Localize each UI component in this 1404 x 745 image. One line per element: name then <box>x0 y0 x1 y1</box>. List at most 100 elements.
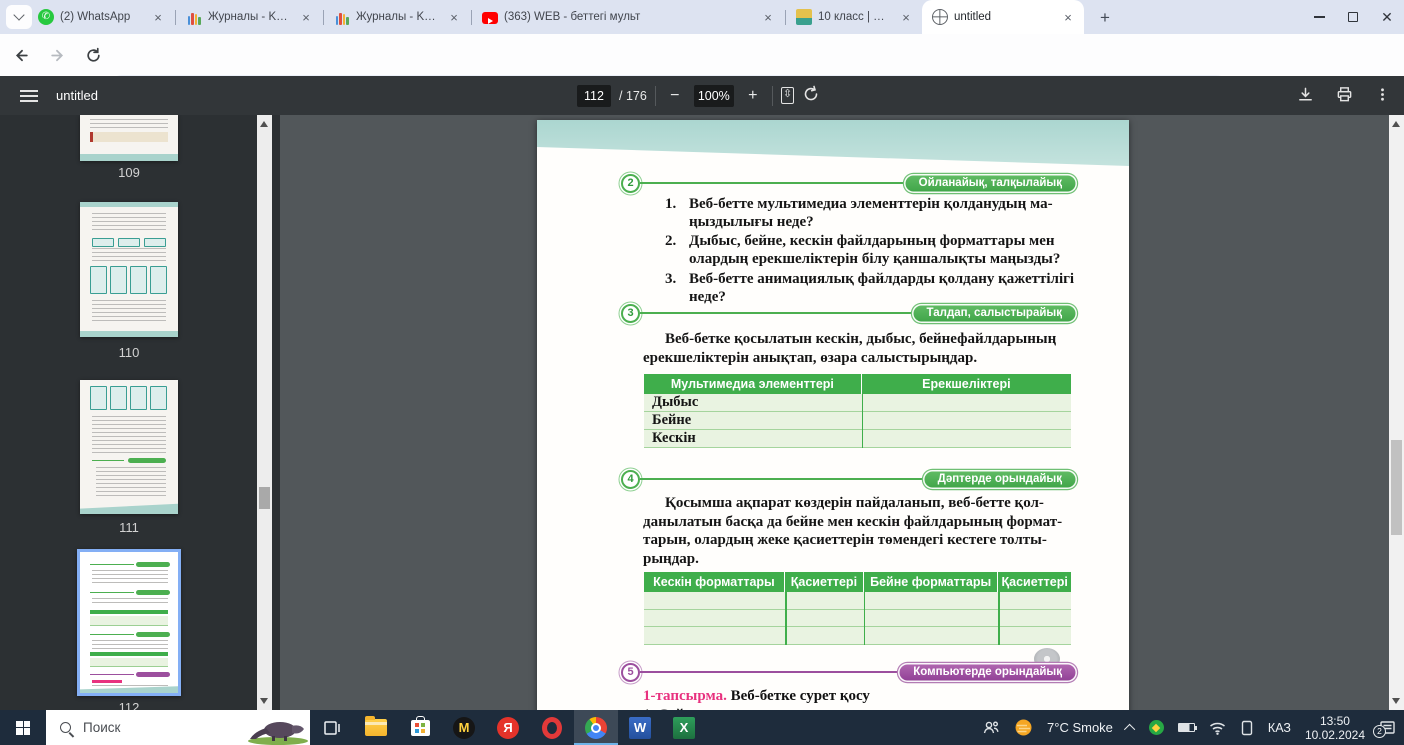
pdf-download-icon[interactable] <box>1297 86 1314 106</box>
notebook-task-paragraph: Қосымша ақпарат көздерін пайдаланып, веб… <box>643 494 1077 568</box>
zoom-in-button[interactable]: + <box>742 87 764 105</box>
yandex-browser-button[interactable]: Я <box>486 710 530 745</box>
tab-youtube[interactable]: (363) WEB - беттегі мульт × <box>472 0 784 34</box>
table-divider <box>862 394 864 448</box>
maxthon-browser-button[interactable]: M <box>442 710 486 745</box>
people-icon[interactable] <box>982 719 1000 737</box>
task1-heading: 1-тапсырма. Веб-бетке сурет қосу <box>643 688 1077 705</box>
pdf-print-icon[interactable] <box>1336 86 1353 106</box>
table-row: Бейне <box>644 412 1071 430</box>
start-button[interactable] <box>0 710 46 745</box>
scroll-down-icon[interactable] <box>260 698 268 704</box>
sidebar-scrollbar[interactable] <box>257 115 272 710</box>
forward-button[interactable] <box>42 40 72 70</box>
close-icon[interactable]: × <box>298 9 314 25</box>
task1-title: Веб-бетке сурет қосу <box>731 688 870 704</box>
close-icon[interactable]: × <box>898 9 914 25</box>
thumbnail-page-112-selected[interactable] <box>77 549 181 696</box>
table-header-cell: Бейне форматтары <box>864 572 999 592</box>
rotate-icon[interactable] <box>802 85 820 106</box>
zoom-level-input[interactable]: 100% <box>694 85 734 107</box>
table-header-cell: Қасиеттері <box>998 572 1071 592</box>
pdf-viewer-canvas[interactable]: 2 Ойланайық, талқылайық 1. Веб-бетте мул… <box>280 115 1389 710</box>
pdf-more-icon[interactable] <box>1375 87 1390 105</box>
phone-link-icon[interactable] <box>1240 720 1254 736</box>
antivirus-icon[interactable] <box>1149 720 1164 735</box>
tab-title: (2) WhatsApp <box>60 11 144 23</box>
browser-tab-bar: ✆ (2) WhatsApp × Журналы - Kundelik.kz ×… <box>0 0 1404 34</box>
weather-icon[interactable] <box>1014 718 1033 737</box>
activity-number: 4 <box>621 470 640 489</box>
activity-badge: Талдап, салыстырайық <box>912 304 1077 323</box>
battery-icon[interactable] <box>1178 723 1195 732</box>
language-indicator[interactable]: КАЗ <box>1268 721 1291 735</box>
thumbnail-page-111[interactable] <box>80 380 178 514</box>
close-window-button[interactable]: ✕ <box>1370 0 1404 34</box>
opera-browser-button[interactable] <box>530 710 574 745</box>
main-scroll-thumb[interactable] <box>1391 440 1402 535</box>
page-total-label: / 176 <box>619 89 647 103</box>
new-tab-button[interactable]: + <box>1094 7 1116 29</box>
word-button[interactable]: W <box>618 710 662 745</box>
multimedia-table: Мультимедиа элементтері Ерекшеліктері Ды… <box>644 374 1071 448</box>
search-highlight-anteater-image <box>244 712 310 745</box>
file-explorer-button[interactable] <box>354 710 398 745</box>
chrome-browser-button-active[interactable] <box>574 710 618 745</box>
pdf-thumbnail-sidebar: 109 110 <box>0 115 280 710</box>
task1-label: 1-тапсырма. <box>643 688 727 704</box>
tab-title: Журналы - Kundelik.kz <box>208 11 292 23</box>
tab-kundelik-1[interactable]: Журналы - Kundelik.kz × <box>176 0 322 34</box>
tab-untitled-active[interactable]: untitled × <box>922 0 1084 34</box>
close-icon[interactable]: × <box>760 9 776 25</box>
reload-button[interactable] <box>78 40 108 70</box>
tray-chevron-icon[interactable] <box>1127 724 1135 732</box>
question-item: 1. Веб-бетте мультимедиа элементтерін қо… <box>665 195 1077 231</box>
system-tray: 7°C Smoke КАЗ 13:50 10.02.2024 2 <box>982 710 1404 745</box>
sidebar-scroll-thumb[interactable] <box>259 487 270 509</box>
thumbnail-page-109[interactable] <box>80 115 178 161</box>
pdf-menu-icon[interactable] <box>20 90 38 102</box>
close-icon[interactable]: × <box>1060 9 1076 25</box>
tab-kundelik-2[interactable]: Журналы - Kundelik.kz × <box>324 0 470 34</box>
scroll-down-icon[interactable] <box>1392 698 1400 704</box>
minimize-button[interactable] <box>1302 0 1336 34</box>
publisher-icon <box>796 9 812 25</box>
zoom-out-button[interactable]: − <box>664 87 686 105</box>
pdf-toolbar: untitled 112 / 176 − 100% + <box>0 76 1404 115</box>
activity-line <box>640 312 912 314</box>
compare-intro-paragraph: Веб-бетке қосылатын кескін, дыбыс, бейне… <box>643 330 1077 367</box>
close-icon[interactable]: × <box>150 9 166 25</box>
tab-title: untitled <box>954 11 1054 23</box>
thumbnail-label: 110 <box>80 345 178 360</box>
main-scrollbar[interactable] <box>1389 115 1404 710</box>
table-row-empty <box>644 627 1071 645</box>
activity-number: 5 <box>621 663 640 682</box>
task-view-button[interactable] <box>310 710 354 745</box>
maximize-button[interactable] <box>1336 0 1370 34</box>
weather-text[interactable]: 7°C Smoke <box>1047 720 1113 735</box>
table-row-empty <box>644 610 1071 628</box>
thumbnail-label: 109 <box>80 165 178 180</box>
fit-page-icon[interactable] <box>781 87 794 104</box>
close-icon[interactable]: × <box>446 9 462 25</box>
wifi-icon[interactable] <box>1209 721 1226 735</box>
search-placeholder: Поиск <box>83 720 120 735</box>
table-header-row: Мультимедиа элементтері Ерекшеліктері <box>644 374 1071 394</box>
scroll-up-icon[interactable] <box>260 121 268 127</box>
taskbar-search-box[interactable]: Поиск <box>46 710 310 745</box>
formats-table: Кескін форматтары Қасиеттері Бейне форма… <box>644 572 1071 645</box>
microsoft-store-button[interactable] <box>398 710 442 745</box>
scroll-up-icon[interactable] <box>1392 121 1400 127</box>
page-number-input[interactable]: 112 <box>577 85 611 107</box>
search-icon <box>60 722 71 733</box>
thumbnail-label: 111 <box>80 520 178 535</box>
clock[interactable]: 13:50 10.02.2024 <box>1305 714 1365 742</box>
tab-publisher[interactable]: 10 класс | Издательство а × <box>786 0 922 34</box>
tab-whatsapp[interactable]: ✆ (2) WhatsApp × <box>28 0 174 34</box>
question-item: 2. Дыбыс, бейне, кескін файлдарының форм… <box>665 232 1077 268</box>
excel-button[interactable]: X <box>662 710 706 745</box>
notification-center-icon[interactable]: 2 <box>1379 719 1396 736</box>
thumbnail-page-110[interactable] <box>80 202 178 337</box>
back-button[interactable] <box>6 40 36 70</box>
page-header-band <box>537 120 1129 168</box>
